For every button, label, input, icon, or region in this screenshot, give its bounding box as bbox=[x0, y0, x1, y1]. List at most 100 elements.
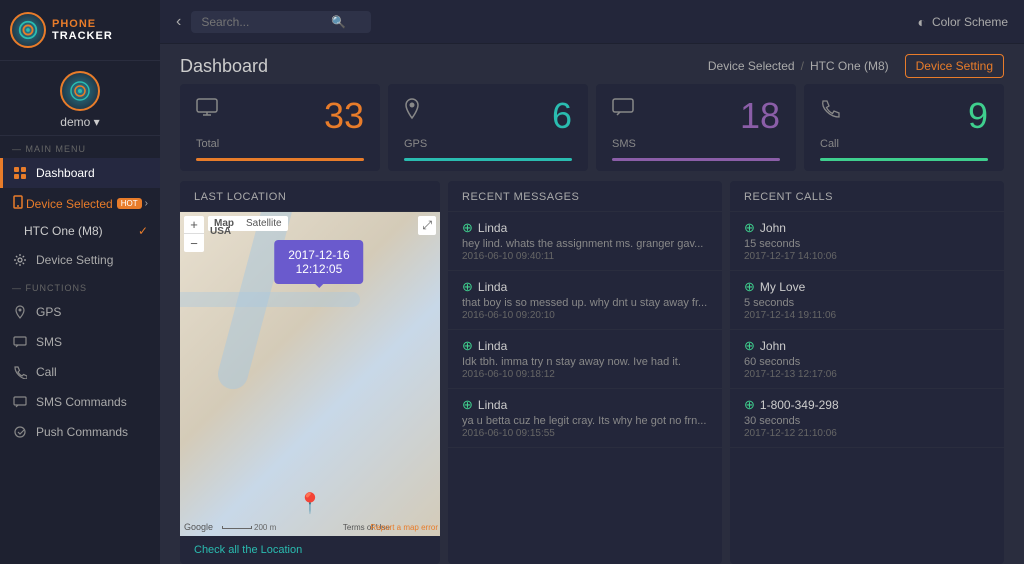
msg-sender-2: ⊕ Linda bbox=[462, 338, 708, 354]
call-value: 9 bbox=[968, 98, 988, 134]
total-label: Total bbox=[196, 138, 364, 150]
call-contact-icon-2: ⊕ bbox=[744, 338, 755, 354]
recent-calls-title: RECENT CALLS bbox=[730, 181, 1004, 212]
recent-calls-panel: RECENT CALLS ⊕ John 15 seconds 2017-12-1… bbox=[730, 181, 1004, 564]
monitor-icon bbox=[196, 98, 218, 121]
recent-messages-title: RECENT MESSAGES bbox=[448, 181, 722, 212]
sidebar-item-device-setting[interactable]: Device Setting bbox=[0, 245, 160, 275]
sidebar: PHONE TRACKER demo ▾ — MAIN MENU Dashboa… bbox=[0, 0, 160, 564]
msg-sender-0: ⊕ Linda bbox=[462, 220, 708, 236]
call-item[interactable]: ⊕ John 15 seconds 2017-12-17 14:10:06 bbox=[730, 212, 1004, 271]
gps-bar bbox=[404, 158, 572, 161]
color-scheme-button[interactable]: ◐ Color Scheme bbox=[918, 14, 1009, 30]
sms-label: SMS bbox=[36, 335, 62, 349]
color-scheme-label: Color Scheme bbox=[932, 15, 1008, 29]
call-item[interactable]: ⊕ John 60 seconds 2017-12-13 12:17:06 bbox=[730, 330, 1004, 389]
app-logo-icon bbox=[10, 12, 46, 48]
map-scale: 200 m bbox=[220, 523, 276, 532]
sidebar-item-sms-commands[interactable]: SMS Commands bbox=[0, 387, 160, 417]
map-popup-date: 2017-12-16 bbox=[288, 248, 349, 262]
sidebar-item-gps[interactable]: GPS bbox=[0, 297, 160, 327]
message-item[interactable]: ⊕ Linda ya u betta cuz he legit cray. It… bbox=[448, 389, 722, 448]
stat-total: 33 Total bbox=[180, 84, 380, 171]
sidebar-logo: PHONE TRACKER bbox=[0, 0, 160, 61]
msg-date-3: 2016-06-10 09:15:55 bbox=[462, 428, 708, 439]
location-icon bbox=[404, 98, 420, 125]
call-stat-icon bbox=[820, 98, 840, 123]
total-value: 33 bbox=[324, 98, 364, 134]
color-scheme-icon: ◐ bbox=[918, 14, 926, 30]
msg-text-0: hey lind. whats the assignment ms. grang… bbox=[462, 238, 708, 250]
call-name-3: ⊕ 1-800-349-298 bbox=[744, 397, 990, 413]
msg-date-2: 2016-06-10 09:18:12 bbox=[462, 369, 708, 380]
zoom-in-button[interactable]: + bbox=[184, 216, 204, 234]
call-contact-icon-1: ⊕ bbox=[744, 279, 755, 295]
sidebar-item-dashboard[interactable]: Dashboard bbox=[0, 158, 160, 188]
back-button[interactable]: ‹ bbox=[176, 13, 181, 31]
device-setting-button[interactable]: Device Setting bbox=[905, 54, 1004, 78]
msg-sender-3: ⊕ Linda bbox=[462, 397, 708, 413]
content-row: LAST LOCATION + − Map Satellite ⤢ USA bbox=[160, 181, 1024, 564]
sms-icon bbox=[12, 334, 28, 350]
call-name-0: ⊕ John bbox=[744, 220, 990, 236]
stat-call: 9 Call bbox=[804, 84, 1004, 171]
map-location-pin: 📍 bbox=[298, 491, 323, 516]
sms-value: 18 bbox=[740, 98, 780, 134]
call-label: Call bbox=[36, 365, 57, 379]
sms-stat-icon bbox=[612, 98, 634, 121]
call-item[interactable]: ⊕ 1-800-349-298 30 seconds 2017-12-12 21… bbox=[730, 389, 1004, 448]
msg-text-3: ya u betta cuz he legit cray. Its why he… bbox=[462, 415, 708, 427]
message-item[interactable]: ⊕ Linda Idk tbh. imma try n stay away no… bbox=[448, 330, 722, 389]
call-date-1: 2017-12-14 19:11:06 bbox=[744, 310, 990, 321]
map-type-satellite[interactable]: Satellite bbox=[240, 216, 288, 231]
call-item[interactable]: ⊕ My Love 5 seconds 2017-12-14 19:11:06 bbox=[730, 271, 1004, 330]
zoom-out-button[interactable]: − bbox=[184, 234, 204, 252]
device-setting-label: Device Setting bbox=[36, 253, 113, 267]
call-date-0: 2017-12-17 14:10:06 bbox=[744, 251, 990, 262]
check-location-link[interactable]: Check all the Location bbox=[180, 536, 440, 564]
call-contact-icon-0: ⊕ bbox=[744, 220, 755, 236]
sidebar-item-call[interactable]: Call bbox=[0, 357, 160, 387]
map-area[interactable]: + − Map Satellite ⤢ USA 2017-12-16 12:12… bbox=[180, 212, 440, 536]
message-item[interactable]: ⊕ Linda hey lind. whats the assignment m… bbox=[448, 212, 722, 271]
device-setting-icon bbox=[12, 252, 28, 268]
breadcrumb: Device Selected / HTC One (M8) Device Se… bbox=[708, 54, 1004, 78]
sms-bar bbox=[612, 158, 780, 161]
sidebar-item-device-selected[interactable]: Device Selected HOT › bbox=[0, 188, 160, 219]
call-name-1: ⊕ My Love bbox=[744, 279, 990, 295]
device-selected-icon bbox=[12, 195, 26, 212]
sidebar-item-sms[interactable]: SMS bbox=[0, 327, 160, 357]
sidebar-item-device-name[interactable]: HTC One (M8) ✓ bbox=[0, 219, 160, 245]
call-duration-3: 30 seconds bbox=[744, 415, 990, 427]
call-date-3: 2017-12-12 21:10:06 bbox=[744, 428, 990, 439]
stats-row: 33 Total 6 GPS bbox=[160, 84, 1024, 171]
contact-icon-0: ⊕ bbox=[462, 220, 473, 236]
sms-commands-icon bbox=[12, 394, 28, 410]
sms-commands-label: SMS Commands bbox=[36, 395, 127, 409]
topbar: ‹ 🔍 ◐ Color Scheme bbox=[160, 0, 1024, 44]
map-usa-label: USA bbox=[210, 226, 231, 237]
map-expand-button[interactable]: ⤢ bbox=[418, 216, 436, 235]
search-icon: 🔍 bbox=[331, 15, 346, 29]
map-report-button[interactable]: Report a map error bbox=[370, 523, 438, 532]
recent-messages-panel: RECENT MESSAGES ⊕ Linda hey lind. whats … bbox=[448, 181, 722, 564]
app-name: PHONE TRACKER bbox=[52, 18, 150, 42]
msg-text-2: Idk tbh. imma try n stay away now. Ive h… bbox=[462, 356, 708, 368]
push-commands-label: Push Commands bbox=[36, 425, 128, 439]
call-label: Call bbox=[820, 138, 988, 150]
gps-label: GPS bbox=[36, 305, 61, 319]
message-item[interactable]: ⊕ Linda that boy is so messed up. why dn… bbox=[448, 271, 722, 330]
sidebar-item-push-commands[interactable]: Push Commands bbox=[0, 417, 160, 447]
page-title: Dashboard bbox=[180, 56, 268, 77]
user-name[interactable]: demo ▾ bbox=[60, 115, 99, 129]
msg-date-0: 2016-06-10 09:40:11 bbox=[462, 251, 708, 262]
stat-gps: 6 GPS bbox=[388, 84, 588, 171]
main-content: ‹ 🔍 ◐ Color Scheme Dashboard Device Sele… bbox=[160, 0, 1024, 564]
gps-label: GPS bbox=[404, 138, 572, 150]
search-box[interactable]: 🔍 bbox=[191, 11, 371, 33]
call-duration-0: 15 seconds bbox=[744, 238, 990, 250]
device-name-label: HTC One (M8) bbox=[24, 224, 103, 238]
map-popup: 2017-12-16 12:12:05 bbox=[274, 240, 363, 284]
last-location-title: LAST LOCATION bbox=[180, 181, 440, 212]
search-input[interactable] bbox=[201, 15, 331, 29]
